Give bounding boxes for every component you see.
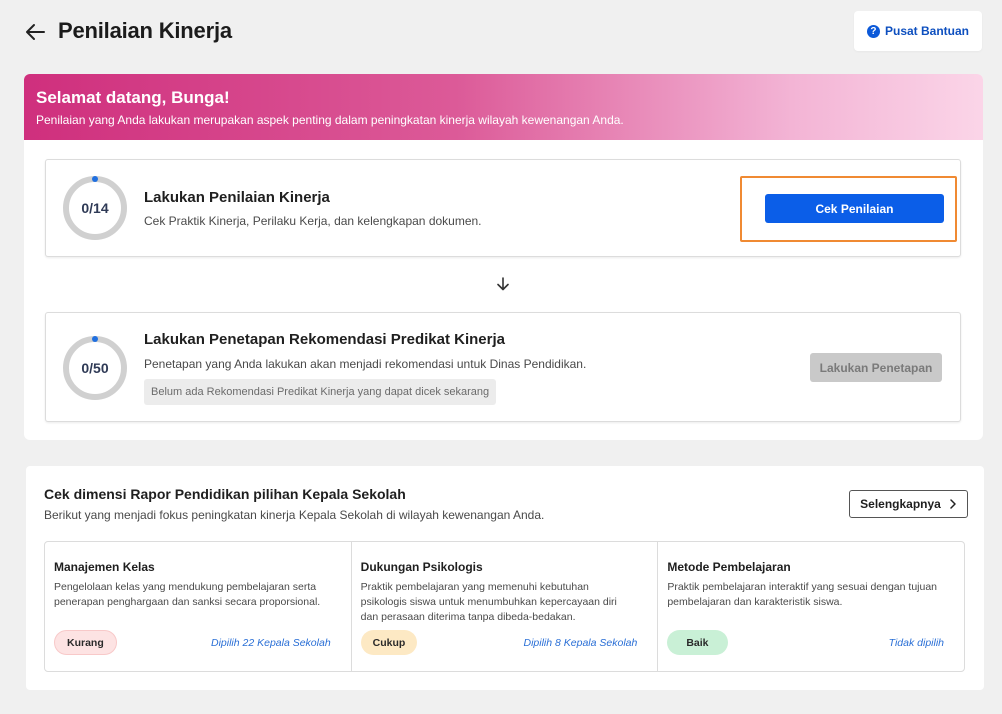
selengkapnya-button[interactable]: Selengkapnya <box>849 490 968 518</box>
status-badge: Kurang <box>54 630 117 655</box>
back-button[interactable] <box>22 20 48 44</box>
question-circle-icon: ? <box>866 24 880 38</box>
status-badge: Cukup <box>360 630 418 655</box>
selengkapnya-label: Selengkapnya <box>860 497 941 511</box>
welcome-title: Selamat datang, Bunga! <box>36 88 230 107</box>
welcome-banner: Selamat datang, Bunga! Penilaian yang An… <box>24 74 983 140</box>
help-center-button[interactable]: ? Pusat Bantuan <box>854 11 982 51</box>
progress-label: 0/14 <box>81 200 109 216</box>
task-title: Lakukan Penetapan Rekomendasi Predikat K… <box>144 331 505 348</box>
task-title: Lakukan Penilaian Kinerja <box>144 189 330 206</box>
page-header: Penilaian Kinerja ? Pusat Bantuan <box>0 0 1002 62</box>
progress-ring: 0/50 <box>62 335 128 401</box>
dimension-description: Pengelolaan kelas yang mendukung pembela… <box>54 581 321 608</box>
dimension-link[interactable]: Dipilih 22 Kepala Sekolah <box>211 637 331 649</box>
progress-label: 0/50 <box>81 360 109 376</box>
cek-penilaian-button[interactable]: Cek Penilaian <box>765 194 944 223</box>
chevron-right-icon <box>950 499 956 509</box>
task-card-penilaian: 0/14 Lakukan Penilaian Kinerja Cek Prakt… <box>45 159 961 257</box>
dimension-link[interactable]: Dipilih 8 Kepala Sekolah <box>524 637 638 649</box>
rapor-panel: Cek dimensi Rapor Pendidikan pilihan Kep… <box>26 466 984 690</box>
dimension-card: Manajemen Kelas Pengelolaan kelas yang m… <box>45 542 351 671</box>
dimension-description: Praktik pembelajaran yang memenuhi kebut… <box>360 581 617 623</box>
task-description: Cek Praktik Kinerja, Perilaku Kerja, dan… <box>144 214 482 228</box>
dimension-title: Manajemen Kelas <box>54 560 155 574</box>
page-title: Penilaian Kinerja <box>58 18 232 43</box>
info-note: Belum ada Rekomendasi Predikat Kinerja y… <box>144 379 497 405</box>
dimension-card: Dukungan Psikologis Praktik pembelajaran… <box>350 542 658 671</box>
dimension-list: Manajemen Kelas Pengelolaan kelas yang m… <box>44 541 965 672</box>
arrow-left-icon <box>26 24 45 40</box>
task-card-penetapan: 0/50 Lakukan Penetapan Rekomendasi Predi… <box>45 312 961 422</box>
assessment-panel: Selamat datang, Bunga! Penilaian yang An… <box>24 74 983 440</box>
section-subtitle: Berikut yang menjadi fokus peningkatan k… <box>44 508 545 522</box>
status-badge: Baik <box>667 630 728 655</box>
dimension-link[interactable]: Tidak dipilih <box>889 637 944 649</box>
welcome-subtitle: Penilaian yang Anda lakukan merupakan as… <box>36 113 624 127</box>
dimension-title: Metode Pembelajaran <box>667 560 791 574</box>
help-center-label: Pusat Bantuan <box>884 24 969 38</box>
dimension-title: Dukungan Psikologis <box>360 560 483 574</box>
lakukan-penetapan-button[interactable]: Lakukan Penetapan <box>810 353 942 382</box>
task-description: Penetapan yang Anda lakukan akan menjadi… <box>144 357 587 371</box>
progress-ring: 0/14 <box>62 175 128 241</box>
arrow-down-icon <box>497 277 509 291</box>
dimension-description: Praktik pembelajaran interaktif yang ses… <box>667 581 938 608</box>
section-title: Cek dimensi Rapor Pendidikan pilihan Kep… <box>44 486 406 502</box>
dimension-card: Metode Pembelajaran Praktik pembelajaran… <box>657 542 964 671</box>
